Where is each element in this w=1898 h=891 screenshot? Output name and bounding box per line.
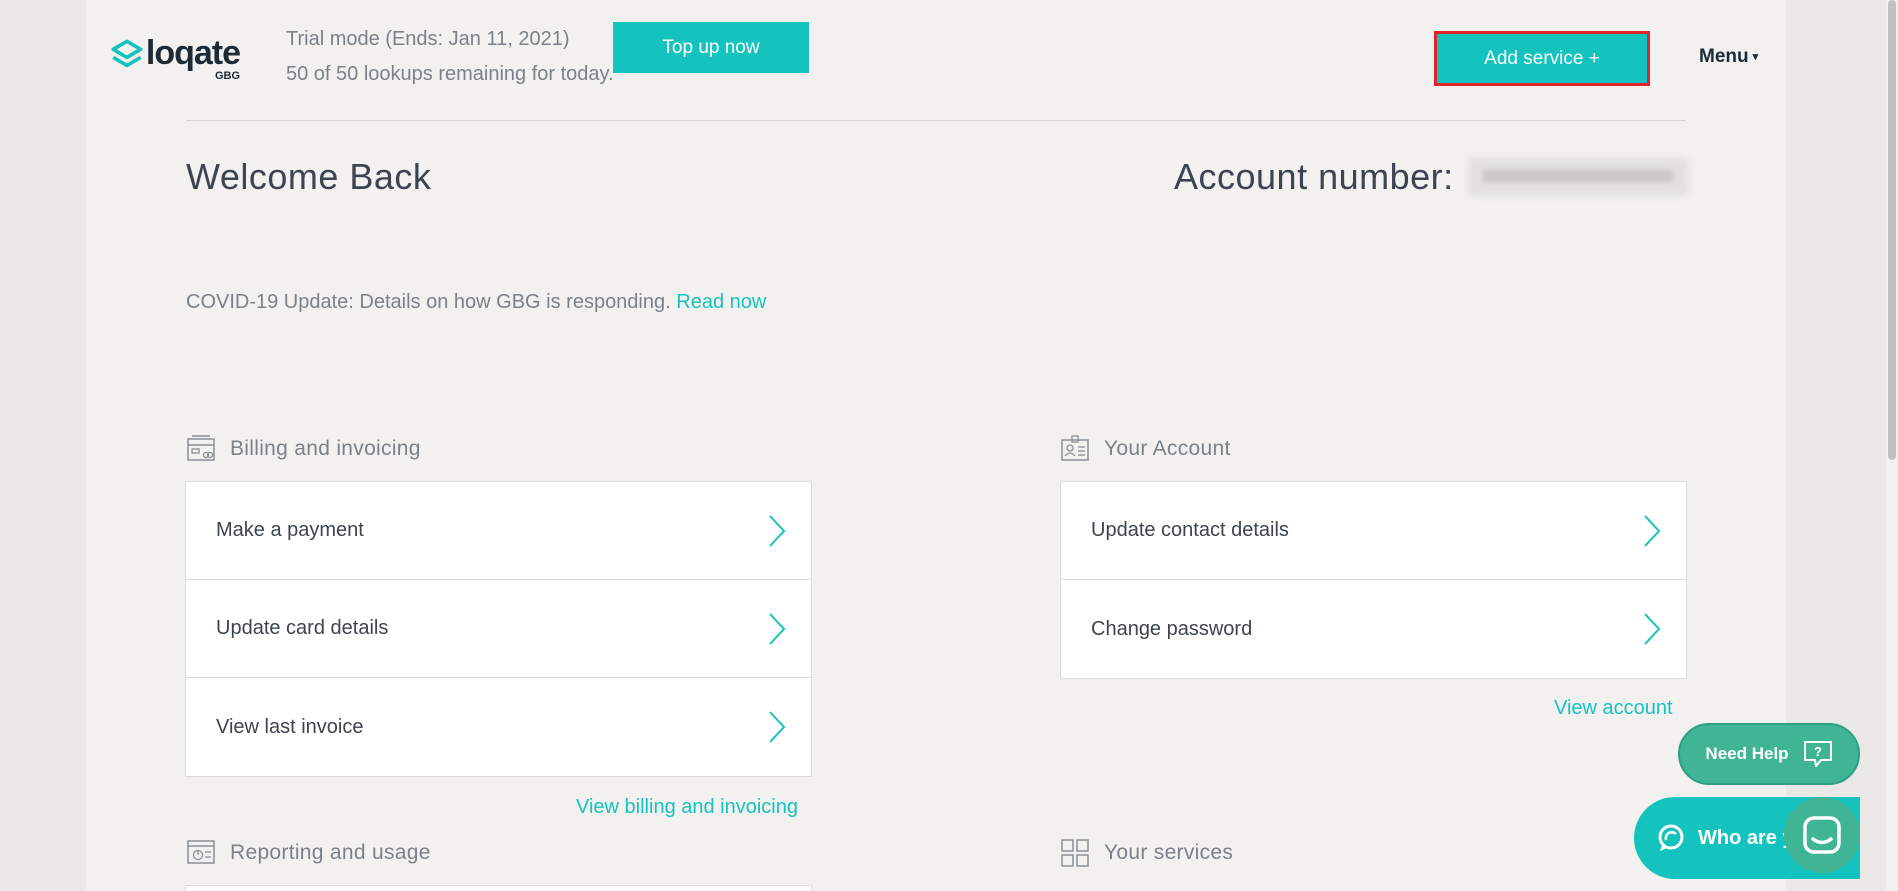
chevron-right-icon: [769, 612, 786, 645]
update-card-details-row[interactable]: Update card details: [186, 580, 811, 678]
need-help-button[interactable]: Need Help ?: [1678, 723, 1860, 785]
logo-text: loqate: [145, 34, 241, 72]
chevron-right-icon: [1644, 514, 1661, 547]
logo-mark-icon: [111, 39, 143, 68]
account-number-redacted: [1468, 158, 1688, 196]
id-card-icon: [1061, 435, 1089, 461]
chat-bubble-icon: [1658, 824, 1684, 851]
who-are-you-label: Who are y: [1698, 826, 1794, 849]
billing-section-heading: Billing and invoicing: [186, 434, 421, 464]
header-divider: [186, 120, 1686, 121]
account-section-title: Your Account: [1104, 437, 1231, 460]
menu-dropdown[interactable]: Menu ▾: [1699, 46, 1758, 68]
view-account-link[interactable]: View account: [1554, 697, 1673, 720]
view-last-invoice-row[interactable]: View last invoice: [186, 678, 811, 776]
question-bubble-icon: ?: [1803, 741, 1832, 767]
list-item-label: Make a payment: [216, 519, 364, 541]
loqate-logo[interactable]: loqate GBG: [110, 34, 241, 82]
billing-section-title: Billing and invoicing: [230, 437, 421, 460]
chat-icon: [1803, 816, 1841, 854]
trial-mode-text: Trial mode (Ends: Jan 11, 2021): [286, 28, 570, 50]
chat-launcher-button[interactable]: [1784, 797, 1860, 873]
services-section-heading: Your services: [1060, 838, 1233, 868]
logo-wordmark: loqate GBG: [145, 34, 241, 82]
billing-card-icon: [187, 435, 215, 461]
top-up-button[interactable]: Top up now: [613, 22, 809, 73]
page-title: Welcome Back: [186, 156, 432, 197]
need-help-label: Need Help: [1705, 744, 1789, 763]
logo-sub-text: GBG: [214, 70, 240, 82]
chevron-right-icon: [769, 514, 786, 547]
view-billing-link[interactable]: View billing and invoicing: [576, 796, 798, 819]
update-contact-details-row[interactable]: Update contact details: [1061, 482, 1686, 580]
reporting-card: [185, 885, 812, 891]
covid-update-text: COVID-19 Update: Details on how GBG is r…: [186, 291, 671, 313]
add-service-button[interactable]: Add service +: [1434, 31, 1650, 86]
reporting-section-title: Reporting and usage: [230, 841, 431, 864]
services-section-title: Your services: [1104, 841, 1234, 864]
make-payment-row[interactable]: Make a payment: [186, 482, 811, 580]
list-item-label: Change password: [1091, 617, 1253, 640]
reporting-section-heading: Reporting and usage: [186, 838, 431, 868]
read-now-link[interactable]: Read now: [676, 291, 766, 313]
account-section-heading: Your Account: [1060, 434, 1231, 464]
vertical-scrollbar[interactable]: [1886, 0, 1898, 891]
chevron-right-icon: [1644, 613, 1661, 645]
list-item-label: Update card details: [216, 617, 389, 639]
covid-update: COVID-19 Update: Details on how GBG is r…: [186, 291, 766, 314]
account-card: Update contact details Change password: [1060, 481, 1687, 679]
chevron-right-icon: [769, 711, 786, 743]
svg-text:?: ?: [1814, 744, 1822, 759]
change-password-row[interactable]: Change password: [1061, 580, 1686, 678]
menu-label: Menu: [1699, 46, 1749, 67]
list-item-label: Update contact details: [1091, 519, 1289, 541]
lookups-remaining-text: 50 of 50 lookups remaining for today.: [286, 63, 614, 85]
billing-card: Make a payment Update card details View …: [185, 481, 812, 777]
grid-icon: [1061, 839, 1089, 867]
account-number-label: Account number:: [1174, 156, 1454, 197]
report-window-icon: [187, 840, 215, 864]
caret-down-icon: ▾: [1752, 51, 1759, 63]
scrollbar-thumb[interactable]: [1888, 0, 1896, 460]
list-item-label: View last invoice: [216, 715, 364, 738]
